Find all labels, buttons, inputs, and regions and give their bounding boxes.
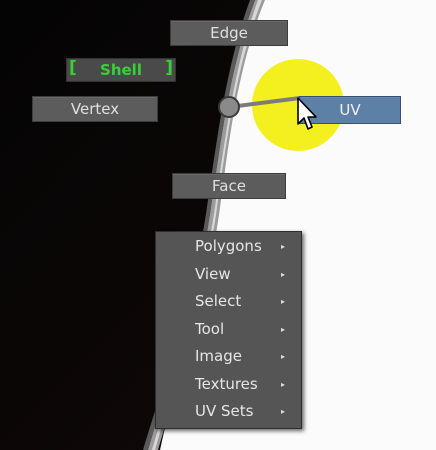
submenu-arrow-icon: ▸ [280, 242, 285, 251]
menu-item-label: Tool [195, 319, 225, 338]
submenu-arrow-icon: ▸ [280, 352, 285, 361]
context-menu: Polygons ▸ View ▸ Select ▸ Tool ▸ Image … [155, 231, 302, 429]
submenu-arrow-icon: ▸ [280, 379, 285, 389]
menu-item-label: View [195, 264, 231, 283]
right-bracket-icon: ] [165, 58, 173, 78]
mouse-pointer-icon [297, 97, 317, 130]
shell-label: Shell [100, 61, 142, 79]
marking-menu-center [218, 96, 240, 118]
menu-item-label: Select [195, 292, 242, 310]
left-bracket-icon: [ [69, 58, 77, 78]
menu-item-tool[interactable]: Tool ▸ [156, 316, 301, 344]
submenu-arrow-icon: ▸ [280, 407, 285, 416]
menu-item-label: Textures [195, 374, 258, 393]
menu-item-polygons[interactable]: Polygons ▸ [156, 233, 301, 261]
menu-item-label: Polygons [195, 237, 262, 255]
menu-item-view[interactable]: View ▸ [156, 261, 301, 289]
menu-item-textures[interactable]: Textures ▸ [156, 371, 301, 399]
menu-item-image[interactable]: Image ▸ [156, 343, 301, 371]
menu-item-select[interactable]: Select ▸ [156, 288, 301, 316]
submenu-arrow-icon: ▸ [280, 297, 285, 306]
menu-item-uv-sets[interactable]: UV Sets ▸ [156, 398, 301, 426]
submenu-arrow-icon: ▸ [280, 324, 285, 334]
submenu-arrow-icon: ▸ [280, 269, 285, 279]
face-button[interactable]: Face [172, 173, 286, 199]
edge-button[interactable]: Edge [170, 20, 288, 46]
menu-item-label: Image [195, 347, 242, 365]
menu-item-label: UV Sets [195, 402, 254, 420]
vertex-button[interactable]: Vertex [32, 96, 158, 122]
shell-button[interactable]: [ Shell ] [66, 58, 176, 82]
